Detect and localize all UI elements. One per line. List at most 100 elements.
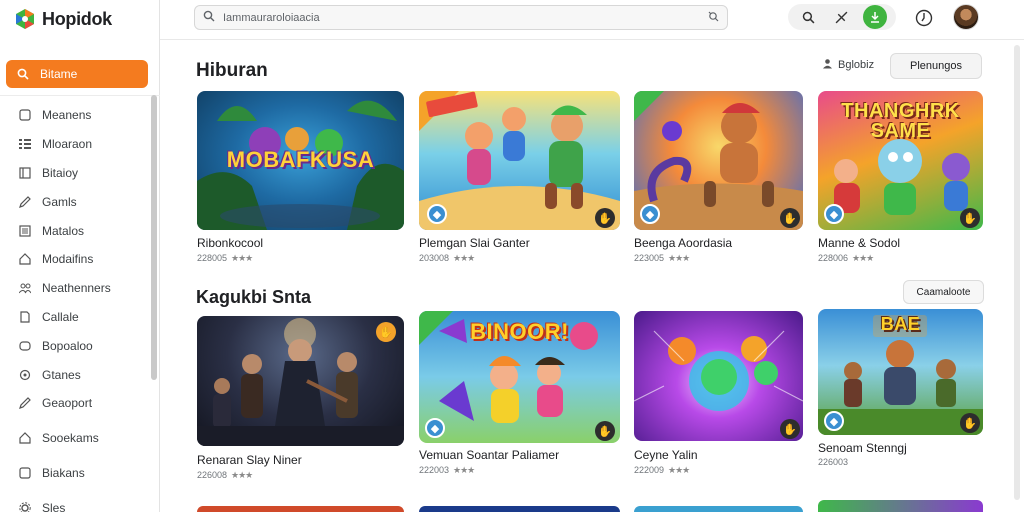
card-count: 203008 — [419, 253, 450, 263]
app-window: Hopidok Bitame Meanens Mloaraon Bitaioy — [0, 0, 1024, 512]
doc-icon — [18, 310, 32, 324]
section-title: Kagukbi Snta — [196, 287, 312, 307]
people-icon — [18, 281, 32, 295]
card-count: 223005 — [634, 253, 665, 263]
sidebar-item-label: Biakans — [42, 465, 85, 480]
sidebar-item-label: Bopoaloo — [42, 338, 93, 353]
card-title: Vemuan Soantar Paliamer — [419, 448, 560, 462]
sidebar-item-label: Bitaioy — [42, 165, 79, 180]
section-link[interactable]: Bglobiz — [822, 58, 874, 72]
sidebar-item-label: Gtanes — [42, 367, 81, 382]
rating-stars: ★★★ — [453, 465, 475, 475]
thumbnail-title: THANGHRK SAME — [841, 100, 960, 142]
rating-stars: ★★★ — [852, 253, 874, 263]
sidebar-item[interactable]: Callale — [0, 303, 150, 332]
game-thumbnail[interactable]: ✋ — [634, 311, 803, 441]
sidebar-item[interactable]: Bopoaloo — [0, 331, 150, 360]
user-icon — [822, 58, 833, 72]
download-icon[interactable] — [863, 5, 888, 29]
mic-icon[interactable] — [707, 9, 719, 27]
rating-stars: ★★★ — [668, 465, 690, 475]
sidebar: Hopidok Bitame Meanens Mloaraon Bitaioy — [0, 0, 160, 512]
game-thumbnail[interactable]: ✋ — [197, 316, 404, 446]
search-button[interactable] — [797, 5, 821, 29]
toolbar-group — [788, 4, 896, 30]
card-meta: 223005 ★★★ — [634, 253, 690, 264]
card-count: 222003 — [419, 465, 450, 475]
game-thumbnail[interactable] — [197, 506, 404, 512]
rating-stars: ★★★ — [668, 253, 690, 263]
sidebar-item[interactable]: Geaoport — [0, 389, 150, 418]
settings-icon — [18, 501, 32, 512]
logo[interactable]: Hopidok — [14, 6, 112, 32]
sidebar-item[interactable]: Matalos — [0, 216, 150, 245]
sidebar-item-label: Geaoport — [42, 396, 93, 411]
sidebar-item[interactable]: Meanens — [0, 101, 150, 130]
search-box[interactable] — [194, 5, 728, 30]
hand-badge-icon: ✋ — [960, 413, 980, 433]
card-meta: 226008 ★★★ — [197, 470, 253, 481]
search-icon — [16, 67, 30, 81]
hand-badge-icon: ✋ — [595, 421, 615, 441]
circle-icon — [18, 368, 32, 382]
card-count: 226008 — [197, 470, 228, 480]
sidebar-item[interactable]: Neathenners — [0, 274, 150, 303]
game-thumbnail[interactable] — [419, 506, 620, 512]
top-bar — [160, 0, 1024, 40]
game-thumbnail[interactable] — [818, 500, 983, 512]
sidebar-item[interactable]: Bitaioy — [0, 159, 150, 188]
sidebar-item[interactable]: Gamls — [0, 187, 150, 216]
sidebar-item-label: Gamls — [42, 194, 77, 209]
play-badge-icon: ◆ — [824, 204, 844, 224]
section-title: Hiburan — [196, 60, 268, 81]
thumbnail-title: BAE — [880, 314, 921, 334]
game-thumbnail[interactable]: BAE ◆ ✋ — [818, 309, 983, 435]
card-title: Beenga Aoordasia — [634, 236, 733, 250]
sidebar-item-label: Sles — [42, 500, 66, 512]
card-count: 228005 — [197, 253, 228, 263]
search-icon — [203, 9, 215, 27]
sidebar-item[interactable]: Mloaraon — [0, 130, 150, 159]
sidebar-item[interactable]: Sles — [0, 493, 150, 512]
sidebar-item[interactable]: Modaifins — [0, 245, 150, 274]
hand-badge-icon: ✋ — [960, 208, 980, 228]
sparkle-icon[interactable] — [830, 5, 854, 29]
sidebar-item-active[interactable]: Bitame — [6, 60, 148, 88]
hand-badge-icon: ✋ — [376, 322, 396, 342]
section-button[interactable]: Plenungos — [890, 53, 982, 79]
section-button[interactable]: Caamaloote — [903, 280, 984, 304]
tag-icon — [18, 339, 32, 353]
clock-icon[interactable] — [912, 6, 936, 30]
game-thumbnail[interactable]: THANGHRK SAME ◆ ✋ — [818, 91, 983, 230]
game-thumbnail[interactable]: ◆ ✋ — [634, 91, 803, 230]
hand-badge-icon: ✋ — [595, 208, 615, 228]
game-thumbnail[interactable]: ◆ ✋ — [419, 91, 620, 230]
grid-icon — [18, 137, 32, 151]
sidebar-item-label: Matalos — [42, 223, 85, 238]
game-thumbnail[interactable]: MOBAFKUSA — [197, 91, 404, 230]
search-input[interactable] — [223, 11, 699, 24]
play-badge-icon: ◆ — [427, 204, 447, 224]
card-meta: 228005 ★★★ — [197, 253, 253, 264]
avatar[interactable] — [953, 4, 979, 30]
card-title: Ceyne Yalin — [634, 448, 698, 462]
sidebar-item-label: Sooekams — [42, 431, 99, 446]
list-icon — [18, 224, 32, 238]
thumbnail-title: MOBAFKUSA — [226, 147, 375, 172]
divider — [0, 95, 160, 96]
section-link-label: Bglobiz — [838, 59, 875, 71]
book-icon — [18, 166, 32, 180]
game-thumbnail[interactable]: BINOOR! ◆ ✋ — [419, 311, 620, 443]
sidebar-item[interactable]: Biakans — [0, 459, 150, 488]
main-scrollbar[interactable] — [1014, 45, 1020, 500]
game-thumbnail[interactable] — [634, 506, 803, 512]
sidebar-scrollbar[interactable] — [151, 95, 157, 380]
play-badge-icon: ◆ — [425, 418, 445, 438]
sidebar-item[interactable]: Sooekams — [0, 424, 150, 453]
card-count: 228006 — [818, 253, 849, 263]
sidebar-item[interactable]: Gtanes — [0, 360, 150, 389]
card-title: Plemgan Slai Ganter — [419, 236, 530, 250]
hand-badge-icon: ✋ — [780, 419, 800, 439]
home-icon — [18, 252, 32, 266]
card-meta: 222003 ★★★ — [419, 465, 475, 476]
